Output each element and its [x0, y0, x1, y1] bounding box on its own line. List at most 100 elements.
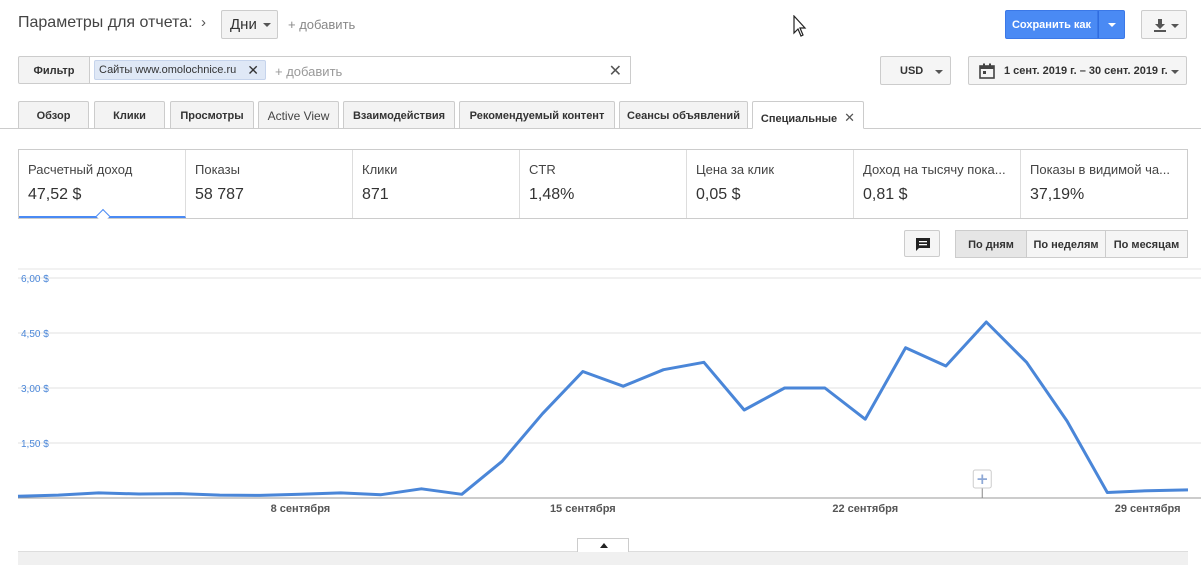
metric-name: Показы в видимой ча...: [1030, 162, 1170, 177]
comment-icon: [916, 238, 930, 251]
x-tick-label: 8 сентября: [271, 503, 331, 515]
filter-chip-prefix: Сайты: [99, 64, 133, 76]
download-button[interactable]: [1141, 10, 1187, 39]
metric-value: 1,48%: [529, 186, 575, 203]
metric-value: 0,81 $: [863, 186, 908, 203]
data-point[interactable]: [499, 458, 505, 464]
y-tick-label: 6,00 $: [21, 274, 49, 285]
data-point[interactable]: [338, 490, 344, 496]
metrics-panel: Расчетный доход 47,52 $ Показы 58 787 Кл…: [18, 149, 1188, 219]
caret-down-icon: [1171, 24, 1179, 28]
plus-icon: +: [976, 470, 989, 488]
data-point[interactable]: [55, 492, 61, 498]
revenue-series-line: [17, 320, 1189, 498]
data-point[interactable]: [96, 490, 102, 496]
filter-chip[interactable]: Сайты www.omolochnice.ru ✕: [94, 60, 266, 80]
metric-name: Доход на тысячу пока...: [863, 162, 1006, 177]
data-point[interactable]: [176, 491, 182, 497]
tab-ad-sessions[interactable]: Сеансы объявлений: [619, 101, 748, 129]
revenue-line-chart: 6,00 $ 4,50 $ 3,00 $ 1,50 $ 8 сентября 15 сен…: [15, 268, 1201, 515]
tab-custom-label: Специальные: [760, 113, 838, 125]
metric-value: 37,19%: [1030, 186, 1085, 203]
save-as-button[interactable]: Сохранить как: [1005, 10, 1098, 39]
metric-impressions[interactable]: Показы 58 787: [186, 150, 353, 218]
data-point[interactable]: [217, 492, 223, 498]
close-icon[interactable]: ✕: [844, 110, 855, 125]
data-point[interactable]: [1145, 488, 1151, 494]
filter-chip-value: www.omolochnice.ru: [135, 64, 237, 76]
data-point[interactable]: [378, 492, 384, 498]
data-point[interactable]: [620, 383, 626, 389]
metric-viewability[interactable]: Показы в видимой ча... 37,19%: [1021, 150, 1187, 218]
data-point[interactable]: [418, 486, 424, 492]
granularity-monthly-button[interactable]: По месяцам: [1105, 230, 1188, 258]
metric-name: Расчетный доход: [28, 162, 133, 177]
tab-custom[interactable]: Специальные ✕: [752, 101, 864, 129]
data-point[interactable]: [903, 345, 909, 351]
filter-label: Фильтр: [18, 56, 90, 84]
data-point[interactable]: [1064, 418, 1070, 424]
caret-down-icon: [263, 23, 271, 27]
data-point[interactable]: [1024, 359, 1030, 365]
caret-down-icon: [1171, 70, 1179, 74]
data-point[interactable]: [701, 359, 707, 365]
data-point[interactable]: [1104, 490, 1110, 496]
dimension-dropdown[interactable]: Дни: [221, 10, 278, 39]
granularity-weekly-button[interactable]: По неделям: [1026, 230, 1106, 258]
caret-up-icon: [600, 543, 608, 548]
metric-value: 47,52 $: [28, 186, 82, 203]
y-tick-label: 4,50 $: [21, 329, 49, 340]
metric-clicks[interactable]: Клики 871: [353, 150, 520, 218]
data-point[interactable]: [15, 493, 21, 499]
metric-rpm[interactable]: Доход на тысячу пока... 0,81 $: [854, 150, 1021, 218]
chevron-right-icon: ›: [201, 14, 206, 31]
data-point[interactable]: [822, 385, 828, 391]
metric-name: Цена за клик: [696, 162, 775, 177]
y-tick-label: 3,00 $: [21, 384, 49, 395]
tab-overview[interactable]: Обзор: [18, 101, 89, 129]
data-point[interactable]: [862, 416, 868, 422]
data-point[interactable]: [943, 363, 949, 369]
save-as-dropdown-button[interactable]: [1098, 10, 1125, 39]
metric-value: 871: [362, 186, 389, 203]
metric-name: Показы: [195, 162, 240, 177]
data-point[interactable]: [1185, 487, 1191, 493]
mouse-cursor-icon: [793, 14, 807, 40]
download-icon: [1154, 19, 1166, 32]
data-point[interactable]: [741, 407, 747, 413]
currency-label: USD: [900, 65, 924, 77]
metric-name: CTR: [529, 162, 556, 177]
data-point[interactable]: [983, 319, 989, 325]
annotation-button[interactable]: [904, 230, 940, 257]
metric-cpc[interactable]: Цена за клик 0,05 $: [687, 150, 854, 218]
y-tick-label: 1,50 $: [21, 439, 49, 450]
tab-active-view[interactable]: Active View: [258, 101, 339, 129]
currency-dropdown[interactable]: USD: [880, 56, 951, 85]
data-point[interactable]: [539, 411, 545, 417]
tab-clicks[interactable]: Клики: [94, 101, 165, 129]
metric-ctr[interactable]: CTR 1,48%: [520, 150, 687, 218]
caret-down-icon: [1108, 23, 1116, 27]
collapse-chart-button[interactable]: [577, 538, 629, 552]
tab-recommended-content[interactable]: Рекомендуемый контент: [459, 101, 615, 129]
filter-add-placeholder[interactable]: + добавить: [275, 64, 342, 79]
granularity-daily-button[interactable]: По дням: [955, 230, 1027, 258]
data-point[interactable]: [580, 369, 586, 375]
clear-filter-icon[interactable]: ✕: [609, 61, 622, 81]
data-point[interactable]: [257, 492, 263, 498]
tab-views[interactable]: Просмотры: [170, 101, 254, 129]
x-tick-label: 29 сентября: [1115, 503, 1181, 515]
close-icon[interactable]: ✕: [247, 62, 259, 79]
dimension-label: Дни: [230, 16, 257, 33]
data-point[interactable]: [661, 367, 667, 373]
data-point[interactable]: [297, 491, 303, 497]
metric-name: Клики: [362, 162, 398, 177]
date-range-label: 1 сент. 2019 г. – 30 сент. 2019 г.: [1004, 65, 1168, 77]
filter-input[interactable]: Сайты www.omolochnice.ru ✕ + добавить ✕: [89, 56, 631, 84]
add-dimension-link[interactable]: + добавить: [288, 17, 355, 32]
data-point[interactable]: [459, 491, 465, 497]
data-point[interactable]: [136, 491, 142, 497]
date-range-picker[interactable]: 1 сент. 2019 г. – 30 сент. 2019 г.: [968, 56, 1187, 85]
tab-interactions[interactable]: Взаимодействия: [343, 101, 455, 129]
data-point[interactable]: [782, 385, 788, 391]
